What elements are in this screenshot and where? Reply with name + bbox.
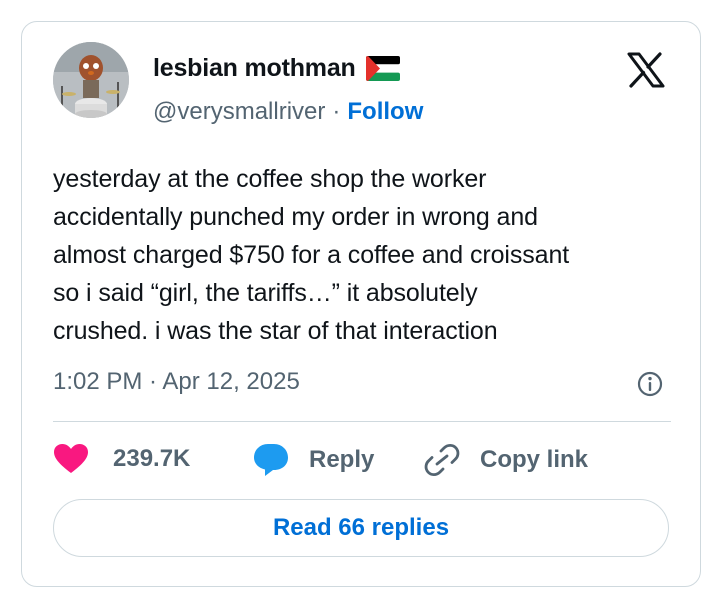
avatar-image <box>53 42 129 118</box>
reply-label: Reply <box>309 446 375 473</box>
info-icon[interactable] <box>636 370 664 398</box>
heart-icon <box>54 444 88 473</box>
like-button[interactable]: 239.7K <box>53 443 190 475</box>
tweet-text: yesterday at the coffee shop the worker … <box>53 165 570 345</box>
read-replies-button[interactable]: Read 66 replies <box>53 499 669 557</box>
palestine-flag-icon <box>365 56 400 81</box>
author-name-row: lesbian mothman <box>153 54 400 83</box>
x-logo-icon[interactable] <box>626 52 666 88</box>
link-icon <box>424 443 460 477</box>
divider <box>53 421 671 422</box>
reply-bubble-icon <box>254 444 288 476</box>
author-handle[interactable]: @verysmallriver <box>153 98 325 126</box>
separator-dot: · <box>332 98 341 125</box>
tweet-card: lesbian mothman @verysmallriver · Follow… <box>21 21 701 587</box>
reply-button[interactable]: Reply <box>253 443 374 477</box>
copy-link-label: Copy link <box>480 446 589 473</box>
copy-link-button[interactable]: Copy link <box>424 443 588 477</box>
like-count: 239.7K <box>113 445 191 472</box>
follow-button[interactable]: Follow <box>347 98 423 126</box>
author-display-name[interactable]: lesbian mothman <box>153 54 356 83</box>
author-handle-row: @verysmallriver · Follow <box>153 98 423 126</box>
tweet-timestamp[interactable]: 1:02 PM · Apr 12, 2025 <box>53 368 300 396</box>
avatar[interactable] <box>53 42 129 118</box>
